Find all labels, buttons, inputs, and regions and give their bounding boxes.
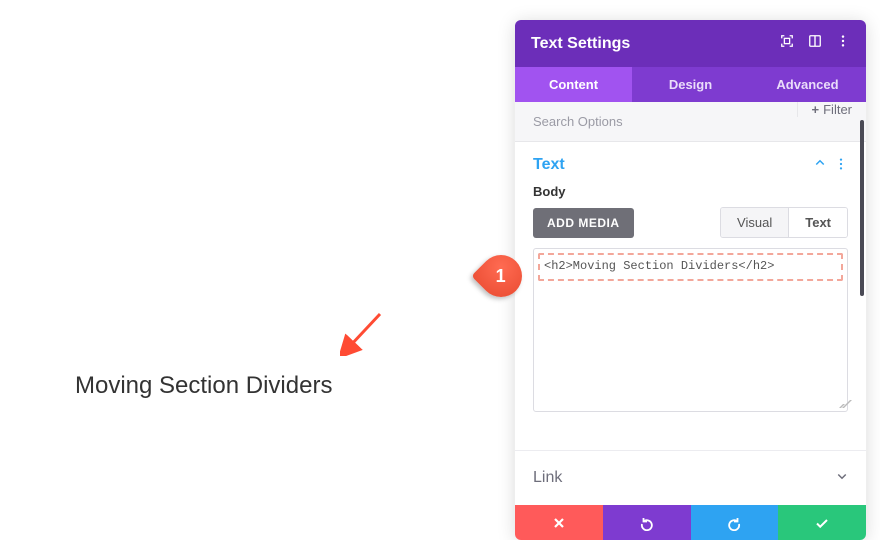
panel-header: Text Settings xyxy=(515,20,866,67)
save-button[interactable] xyxy=(778,505,866,540)
panel-mode-icon[interactable] xyxy=(808,34,822,53)
search-row: + Filter xyxy=(515,102,866,142)
text-section: Text xyxy=(515,142,866,178)
link-section-title: Link xyxy=(533,469,562,487)
undo-button[interactable] xyxy=(603,505,691,540)
preview-heading: Moving Section Dividers xyxy=(75,372,332,400)
preview-area: Moving Section Dividers xyxy=(75,372,332,400)
redo-button[interactable] xyxy=(691,505,779,540)
tab-design[interactable]: Design xyxy=(632,67,749,102)
editor-tab-text[interactable]: Text xyxy=(788,208,847,237)
section-kebab-icon[interactable] xyxy=(834,157,848,174)
media-row: ADD MEDIA Visual Text xyxy=(533,207,848,238)
tabs: Content Design Advanced xyxy=(515,67,866,102)
add-media-button[interactable]: ADD MEDIA xyxy=(533,208,634,238)
annotation-arrow-icon xyxy=(340,308,388,356)
expand-icon[interactable] xyxy=(780,34,794,53)
scrollbar-thumb[interactable] xyxy=(860,120,864,296)
plus-icon: + xyxy=(812,102,820,117)
editor-textarea[interactable] xyxy=(534,249,847,411)
tab-content[interactable]: Content xyxy=(515,67,632,102)
text-section-controls xyxy=(814,156,848,174)
text-section-title: Text xyxy=(533,156,565,174)
settings-panel: Text Settings Content De xyxy=(515,20,866,540)
chevron-up-icon[interactable] xyxy=(814,156,826,174)
resize-handle-icon[interactable] xyxy=(834,398,844,408)
filter-label: Filter xyxy=(823,102,852,117)
body-area: Body ADD MEDIA Visual Text xyxy=(515,178,866,426)
text-section-header[interactable]: Text xyxy=(533,156,848,174)
panel-footer xyxy=(515,505,866,540)
editor-tab-visual[interactable]: Visual xyxy=(721,208,788,237)
kebab-menu-icon[interactable] xyxy=(836,34,850,53)
header-actions xyxy=(780,34,850,53)
editor-tabs: Visual Text xyxy=(720,207,848,238)
tab-advanced[interactable]: Advanced xyxy=(749,67,866,102)
filter-button[interactable]: + Filter xyxy=(797,102,866,117)
cancel-button[interactable] xyxy=(515,505,603,540)
body-label: Body xyxy=(533,184,848,199)
annotation-number: 1 xyxy=(496,265,506,286)
panel-title: Text Settings xyxy=(531,35,630,53)
link-section[interactable]: Link xyxy=(515,450,866,505)
search-input[interactable] xyxy=(515,102,797,141)
editor-wrap xyxy=(533,248,848,412)
chevron-down-icon xyxy=(836,469,848,487)
